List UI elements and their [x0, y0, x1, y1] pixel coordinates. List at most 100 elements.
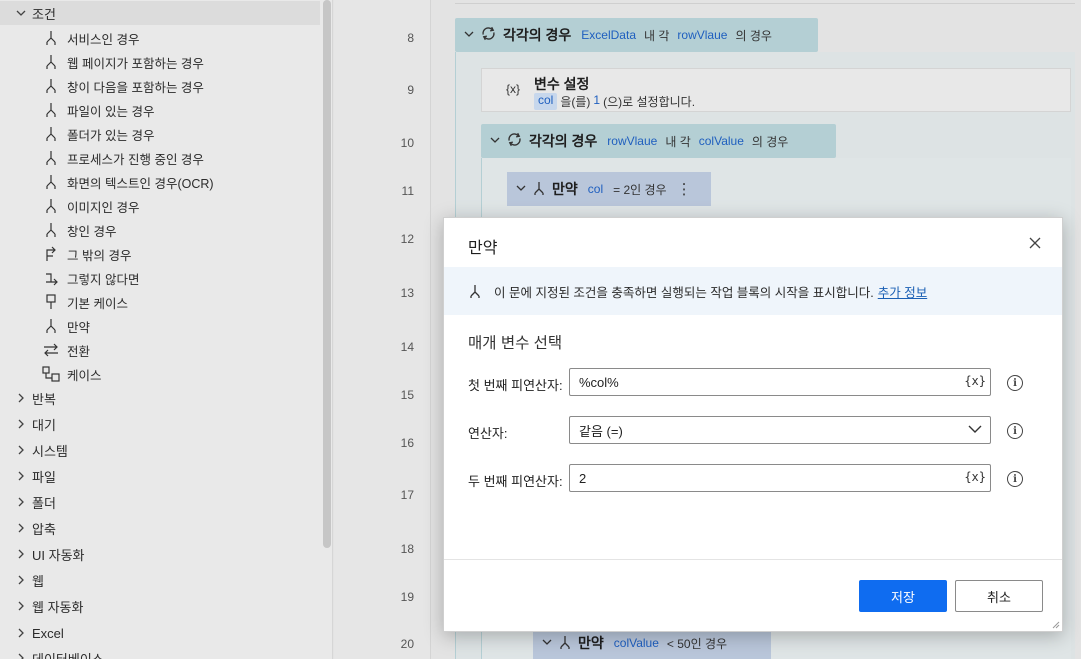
action-item[interactable]: 프로세스가 진행 중인 경우	[0, 146, 320, 170]
loop-collection: rowVlaue	[607, 134, 658, 148]
info-icon[interactable]: i	[1007, 471, 1023, 487]
action-item[interactable]: 파일이 있는 경우	[0, 98, 320, 122]
action-item[interactable]: 이미지인 경우	[0, 194, 320, 218]
loop-icon	[506, 131, 523, 151]
action-label: 창인 경우	[67, 224, 117, 239]
loop-title: 각각의 경우	[503, 27, 572, 43]
more-options-icon[interactable]: ⋮	[677, 180, 692, 198]
save-button[interactable]: 저장	[859, 580, 947, 612]
action-group[interactable]: 파일	[0, 464, 320, 488]
action-item[interactable]: 만약	[0, 314, 320, 338]
branch-icon	[42, 173, 60, 191]
first-operand-input[interactable]: %col% {x}	[569, 368, 991, 396]
action-label: 이미지인 경우	[67, 200, 140, 215]
group-label: 반복	[32, 391, 56, 407]
if-col-equals-2[interactable]: 만약 col = 2인 경우 ⋮	[507, 172, 711, 206]
action-group[interactable]: 웹	[0, 568, 320, 592]
action-label: 케이스	[67, 368, 102, 383]
section-title: 매개 변수 선택	[468, 335, 563, 352]
variable-picker-button[interactable]: {x}	[964, 470, 986, 484]
operator-label: 연산자:	[468, 426, 508, 441]
chevron-right-icon	[14, 653, 28, 659]
chevron-down-icon[interactable]	[464, 29, 474, 42]
action-item[interactable]: 전환	[0, 338, 320, 362]
action-item[interactable]: 케이스	[0, 362, 320, 386]
line-number: 11	[401, 184, 414, 198]
chevron-right-icon	[14, 393, 28, 403]
action-group[interactable]: 웹 자동화	[0, 594, 320, 618]
branch-icon	[42, 125, 60, 143]
branch-icon	[42, 29, 60, 47]
operator-select[interactable]: 같음 (=)	[569, 416, 991, 444]
action-label: 화면의 텍스트인 경우(OCR)	[67, 176, 214, 191]
for-each-loop-columns[interactable]: 각각의 경우 rowVlaue 내 각 colValue 의 경우	[481, 124, 836, 158]
action-label: 웹 페이지가 포함하는 경우	[67, 56, 204, 71]
chevron-down-icon[interactable]	[542, 637, 552, 650]
chevron-down-icon[interactable]	[490, 135, 500, 148]
branch-icon	[42, 221, 60, 239]
line-number: 13	[400, 286, 414, 300]
set-variable-title: 변수 설정	[534, 76, 590, 92]
close-button[interactable]	[1024, 232, 1046, 254]
line-number: 10	[400, 136, 414, 150]
action-item[interactable]: 기본 케이스	[0, 290, 320, 314]
action-item[interactable]: 폴더가 있는 경우	[0, 122, 320, 146]
branch-icon	[558, 634, 572, 653]
resize-grip-icon[interactable]	[1050, 619, 1060, 629]
else-if-icon	[42, 245, 60, 263]
case-icon	[42, 365, 60, 383]
info-icon[interactable]: i	[1007, 375, 1023, 391]
action-item[interactable]: 웹 페이지가 포함하는 경우	[0, 50, 320, 74]
group-label: 파일	[32, 469, 56, 485]
branch-icon	[42, 197, 60, 215]
chevron-right-icon	[14, 419, 28, 429]
action-item[interactable]: 서비스인 경우	[0, 26, 320, 50]
line-number: 20	[400, 637, 414, 651]
cancel-button[interactable]: 취소	[955, 580, 1043, 612]
scrollbar[interactable]	[323, 0, 331, 548]
action-label: 파일이 있는 경우	[67, 104, 155, 119]
group-conditions[interactable]: 조건	[0, 1, 320, 25]
action-item[interactable]: 창인 경우	[0, 218, 320, 242]
action-item[interactable]: 창이 다음을 포함하는 경우	[0, 74, 320, 98]
first-operand-label: 첫 번째 피연산자:	[468, 378, 563, 393]
switch-icon	[42, 341, 60, 359]
action-group[interactable]: 반복	[0, 386, 320, 410]
info-icon[interactable]: i	[1007, 423, 1023, 439]
branch-icon	[532, 180, 546, 199]
action-label: 그렇지 않다면	[67, 272, 140, 287]
action-item[interactable]: 화면의 텍스트인 경우(OCR)	[0, 170, 320, 194]
action-group[interactable]: 대기	[0, 412, 320, 436]
variable-picker-button[interactable]: {x}	[964, 374, 986, 388]
branch-icon	[42, 317, 60, 335]
for-each-loop-rows[interactable]: 각각의 경우 ExcelData 내 각 rowVlaue 의 경우	[455, 18, 818, 52]
if-condition: < 50인 경우	[666, 636, 728, 651]
footer-divider	[444, 559, 1062, 560]
group-label: 대기	[32, 417, 56, 433]
group-label: 웹 자동화	[32, 599, 84, 615]
chevron-right-icon	[14, 471, 28, 481]
action-group[interactable]: 폴더	[0, 490, 320, 514]
action-group[interactable]: 압축	[0, 516, 320, 540]
learn-more-link[interactable]: 추가 정보	[878, 282, 927, 301]
first-operand-value: %col%	[579, 374, 619, 390]
line-number: 16	[400, 436, 414, 450]
action-group[interactable]: Excel	[0, 621, 320, 645]
action-group[interactable]: UI 자동화	[0, 542, 320, 566]
action-group[interactable]: 시스템	[0, 438, 320, 462]
set-variable-action[interactable]: {x} 변수 설정 col 을(를) 1 (으)로 설정합니다.	[481, 68, 1071, 112]
actions-panel: 조건 서비스인 경우웹 페이지가 포함하는 경우창이 다음을 포함하는 경우파일…	[0, 0, 333, 659]
set-variable-end: (으)로 설정합니다.	[603, 95, 696, 109]
action-item[interactable]: 그렇지 않다면	[0, 266, 320, 290]
action-group[interactable]: 데이터베이스	[0, 646, 320, 659]
dialog-title: 만약	[468, 240, 498, 257]
operator-value: 같음 (=)	[579, 423, 623, 439]
group-label: 조건	[32, 6, 56, 22]
set-variable-mid: 을(를)	[560, 95, 591, 109]
second-operand-input[interactable]: 2 {x}	[569, 464, 991, 492]
else-icon	[42, 269, 60, 287]
chevron-down-icon[interactable]	[516, 183, 526, 196]
action-item[interactable]: 그 밖의 경우	[0, 242, 320, 266]
loop-icon	[480, 25, 497, 45]
action-label: 프로세스가 진행 중인 경우	[67, 152, 204, 167]
